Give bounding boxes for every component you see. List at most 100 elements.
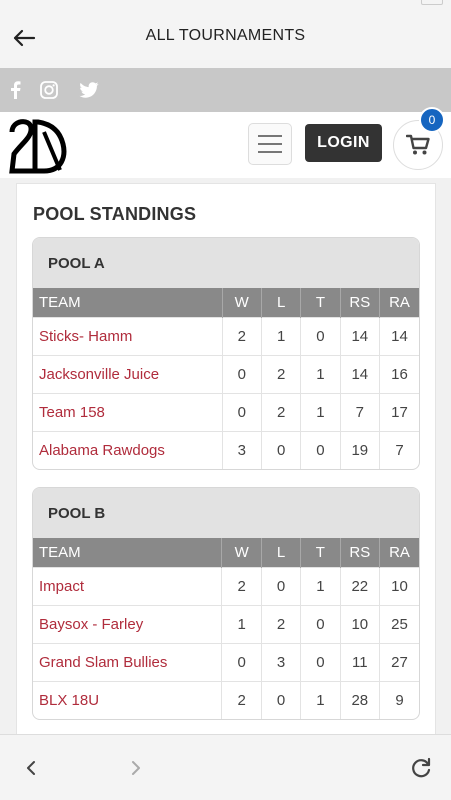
table-row: Jacksonville Juice 0 2 1 14 16 — [33, 354, 419, 393]
battery-icon — [421, 0, 443, 5]
standings-table: TEAM W L T RS RA Impact 2 0 1 22 10 Bays… — [33, 538, 419, 719]
team-link[interactable]: Sticks- Hamm — [33, 316, 223, 355]
wins-cell: 2 — [221, 680, 262, 719]
standings-table: TEAM W L T RS RA Sticks- Hamm 2 1 0 14 1… — [33, 288, 419, 469]
runs-scored-cell: 14 — [339, 316, 380, 355]
runs-scored-cell: 28 — [339, 680, 380, 719]
table-row: Impact 2 0 1 22 10 — [33, 566, 419, 605]
col-header-ra: RA — [379, 288, 419, 317]
losses-cell: 0 — [260, 680, 301, 719]
team-link[interactable]: Alabama Rawdogs — [33, 430, 223, 469]
table-row: Alabama Rawdogs 3 0 0 19 7 — [33, 430, 419, 469]
instagram-icon[interactable] — [39, 80, 59, 100]
app-title: ALL TOURNAMENTS — [145, 27, 306, 44]
col-header-rs: RS — [339, 538, 380, 567]
runs-scored-cell: 7 — [339, 392, 380, 431]
table-row: Team 158 0 2 1 7 17 — [33, 392, 419, 431]
runs-allowed-cell: 17 — [379, 392, 419, 431]
twitter-icon[interactable] — [79, 80, 99, 100]
team-link[interactable]: Jacksonville Juice — [33, 354, 223, 393]
wins-cell: 0 — [221, 642, 262, 681]
losses-cell: 3 — [260, 642, 301, 681]
runs-scored-cell: 19 — [339, 430, 380, 469]
chevron-right-icon[interactable] — [123, 755, 149, 781]
page-title: POOL STANDINGS — [33, 204, 197, 224]
team-link[interactable]: Baysox - Farley — [33, 604, 222, 643]
losses-cell: 0 — [260, 566, 301, 605]
runs-allowed-cell: 10 — [379, 566, 419, 605]
col-header-w: W — [221, 538, 262, 567]
col-header-rs: RS — [339, 288, 380, 317]
runs-allowed-cell: 27 — [379, 642, 419, 681]
runs-scored-cell: 14 — [339, 354, 380, 393]
team-link[interactable]: Team 158 — [33, 392, 223, 431]
social-bar — [0, 68, 451, 112]
chevron-left-icon[interactable] — [18, 755, 44, 781]
status-bar — [0, 0, 451, 10]
col-header-l: L — [260, 538, 301, 567]
cart-count-badge: 0 — [419, 107, 445, 133]
runs-scored-cell: 10 — [339, 604, 380, 643]
col-header-team: TEAM — [33, 538, 222, 567]
table-row: Baysox - Farley 1 2 0 10 25 — [33, 604, 419, 643]
ties-cell: 1 — [300, 680, 341, 719]
pool-a-card: POOL A TEAM W L T RS RA Sticks- Hamm 2 1… — [32, 237, 420, 470]
wins-cell: 3 — [221, 430, 262, 469]
runs-scored-cell: 22 — [339, 566, 380, 605]
runs-allowed-cell: 7 — [379, 430, 419, 469]
app-bar: ALL TOURNAMENTS — [0, 10, 451, 68]
menu-toggle-button[interactable] — [248, 123, 292, 165]
pool-title: POOL B — [33, 488, 419, 538]
team-link[interactable]: Impact — [33, 566, 222, 605]
team-link[interactable]: BLX 18U — [33, 680, 222, 719]
wins-cell: 0 — [221, 392, 262, 431]
team-link[interactable]: Grand Slam Bullies — [33, 642, 222, 681]
wins-cell: 1 — [221, 604, 262, 643]
runs-allowed-cell: 25 — [379, 604, 419, 643]
hamburger-line — [258, 143, 282, 145]
ties-cell: 1 — [300, 566, 341, 605]
ties-cell: 0 — [300, 642, 341, 681]
pool-b-card: POOL B TEAM W L T RS RA Impact 2 0 1 22 … — [32, 487, 420, 720]
table-header-row: TEAM W L T RS RA — [33, 288, 419, 317]
browser-toolbar — [0, 734, 451, 800]
login-button[interactable]: LOGIN — [305, 124, 382, 162]
cart-icon — [406, 134, 430, 155]
wins-cell: 2 — [221, 566, 262, 605]
table-row: Grand Slam Bullies 0 3 0 11 27 — [33, 642, 419, 681]
ties-cell: 0 — [300, 604, 341, 643]
losses-cell: 2 — [260, 354, 301, 393]
col-header-team: TEAM — [33, 288, 223, 317]
site-logo[interactable] — [8, 116, 68, 174]
runs-allowed-cell: 9 — [379, 680, 419, 719]
runs-allowed-cell: 14 — [379, 316, 419, 355]
ties-cell: 0 — [300, 430, 341, 469]
standings-card: POOL STANDINGS POOL A TEAM W L T RS RA S… — [16, 183, 436, 734]
col-header-t: T — [300, 538, 341, 567]
losses-cell: 2 — [260, 392, 301, 431]
runs-scored-cell: 11 — [339, 642, 380, 681]
wins-cell: 2 — [221, 316, 262, 355]
col-header-t: T — [300, 288, 341, 317]
reload-icon[interactable] — [408, 755, 434, 781]
ties-cell: 1 — [300, 354, 341, 393]
runs-allowed-cell: 16 — [379, 354, 419, 393]
losses-cell: 1 — [260, 316, 301, 355]
col-header-w: W — [221, 288, 262, 317]
table-row: Sticks- Hamm 2 1 0 14 14 — [33, 316, 419, 355]
wins-cell: 0 — [221, 354, 262, 393]
ties-cell: 1 — [300, 392, 341, 431]
table-row: BLX 18U 2 0 1 28 9 — [33, 680, 419, 719]
facebook-icon[interactable] — [5, 80, 25, 100]
col-header-ra: RA — [379, 538, 419, 567]
main-content: POOL STANDINGS POOL A TEAM W L T RS RA S… — [0, 178, 451, 734]
hamburger-line — [258, 135, 282, 137]
losses-cell: 0 — [260, 430, 301, 469]
col-header-l: L — [260, 288, 301, 317]
pool-title: POOL A — [33, 238, 419, 288]
table-header-row: TEAM W L T RS RA — [33, 538, 419, 567]
ties-cell: 0 — [300, 316, 341, 355]
site-header: LOGIN — [0, 112, 451, 178]
losses-cell: 2 — [260, 604, 301, 643]
hamburger-line — [258, 151, 282, 153]
